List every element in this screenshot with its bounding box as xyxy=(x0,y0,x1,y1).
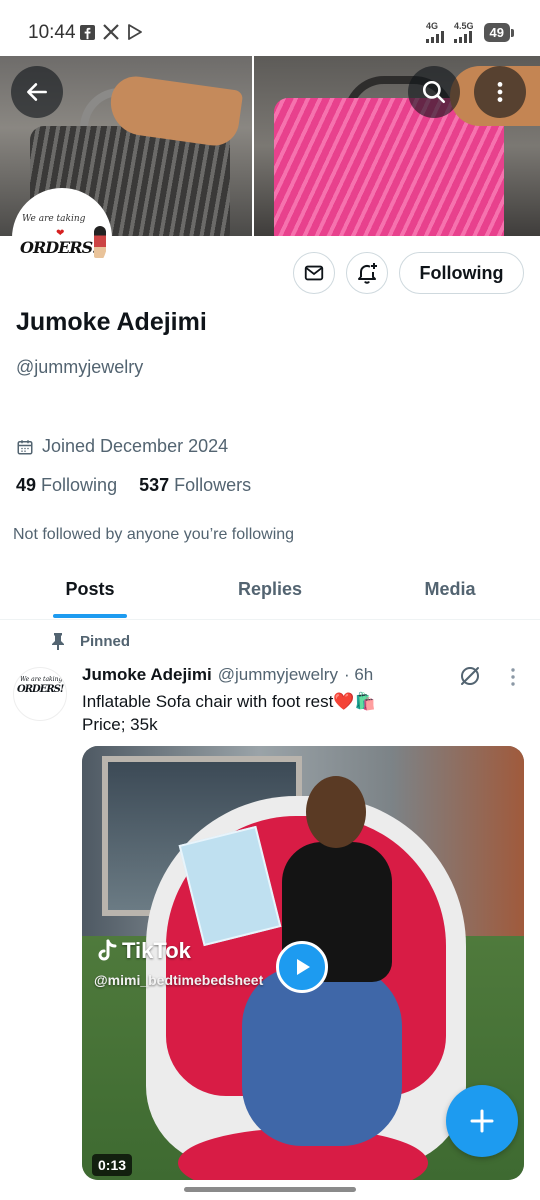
plus-icon xyxy=(470,1109,494,1133)
tiktok-watermark: TikTok xyxy=(96,938,191,964)
pin-icon xyxy=(52,633,64,650)
back-button[interactable] xyxy=(11,66,63,118)
profile-tabs: Posts Replies Media xyxy=(0,560,540,620)
vertical-dots-icon xyxy=(497,82,503,102)
tiktok-label: TikTok xyxy=(122,938,191,963)
follow-stats: 49 Following 537 Followers xyxy=(16,475,251,496)
system-icons: 4G 4.5G 49 xyxy=(426,22,515,43)
signal-45g-icon: 4.5G xyxy=(454,22,474,43)
profile-name: Jumoke Adejimi xyxy=(16,308,207,336)
post-author-handle[interactable]: @jummyjewelry xyxy=(218,665,338,685)
signal-4g-icon: 4G xyxy=(426,22,445,43)
followers-count: 537 xyxy=(139,475,170,495)
video-duration: 0:13 xyxy=(92,1154,133,1176)
message-button[interactable] xyxy=(293,252,335,294)
followers-label: Followers xyxy=(174,475,252,495)
post-header: Jumoke Adejimi @jummyjewelry · 6h xyxy=(82,665,373,685)
notifications-button[interactable] xyxy=(346,252,388,294)
search-button[interactable] xyxy=(408,66,460,118)
post-author-name[interactable]: Jumoke Adejimi xyxy=(82,665,212,685)
pinned-label: Pinned xyxy=(80,632,131,650)
compose-post-button[interactable] xyxy=(446,1085,518,1157)
bell-plus-icon xyxy=(358,263,377,284)
envelope-icon xyxy=(304,265,324,281)
tab-replies[interactable]: Replies xyxy=(180,560,360,619)
following-link[interactable]: 49 Following xyxy=(16,475,117,496)
status-bar: 10:44 4G 4.5G 49 xyxy=(0,0,540,56)
grok-icon xyxy=(461,667,479,685)
profile-handle: @jummyjewelry xyxy=(16,357,144,377)
search-icon xyxy=(422,80,446,104)
joined-date: Joined December 2024 xyxy=(16,436,228,457)
play-button[interactable] xyxy=(276,941,328,993)
vertical-dots-icon xyxy=(511,668,515,686)
pinned-indicator: Pinned xyxy=(50,632,130,650)
avatar-logo-big-text: ORDERS! xyxy=(20,238,99,257)
profile-avatar[interactable]: We are taking ❤ ORDERS! xyxy=(12,188,112,288)
following-label: Following xyxy=(41,475,118,495)
facebook-icon xyxy=(80,24,95,40)
x-logo-icon xyxy=(103,24,119,40)
following-button[interactable]: Following xyxy=(399,252,524,294)
arrow-left-icon xyxy=(27,83,47,101)
joined-text: Joined December 2024 xyxy=(42,436,229,456)
notification-icons xyxy=(80,24,143,40)
post-author-avatar[interactable]: We are taking ORDERS! xyxy=(13,667,67,721)
play-icon xyxy=(297,959,310,975)
tiktok-icon xyxy=(98,939,117,961)
grok-button[interactable] xyxy=(458,664,482,693)
post-text-line-2: Price; 35k xyxy=(82,715,158,734)
play-store-icon xyxy=(128,24,142,40)
avatar-logo-small-text: We are taking xyxy=(22,214,86,224)
not-followed-notice: Not followed by anyone you’re following xyxy=(13,526,295,543)
status-time: 10:44 xyxy=(28,22,76,43)
post-avatar-big-text: ORDERS! xyxy=(17,684,64,695)
tab-posts[interactable]: Posts xyxy=(0,560,180,619)
home-indicator[interactable] xyxy=(184,1187,356,1192)
more-options-button[interactable] xyxy=(474,66,526,118)
tab-media[interactable]: Media xyxy=(360,560,540,619)
calendar-icon xyxy=(17,439,33,454)
post-text-line-1: Inflatable Sofa chair with foot rest❤️🛍️ xyxy=(82,692,376,711)
post-avatar-small-text: We are taking xyxy=(20,676,63,683)
post-text: Inflatable Sofa chair with foot rest❤️🛍️… xyxy=(82,690,376,736)
following-count: 49 xyxy=(16,475,37,495)
post-more-button[interactable] xyxy=(504,666,522,693)
followers-link[interactable]: 537 Followers xyxy=(139,475,251,496)
battery-indicator: 49 xyxy=(483,23,515,42)
post-time[interactable]: · 6h xyxy=(344,665,373,685)
tiktok-username: @mimi_bedtimebedsheet xyxy=(94,972,264,988)
avatar-figure-illustration xyxy=(94,226,106,258)
